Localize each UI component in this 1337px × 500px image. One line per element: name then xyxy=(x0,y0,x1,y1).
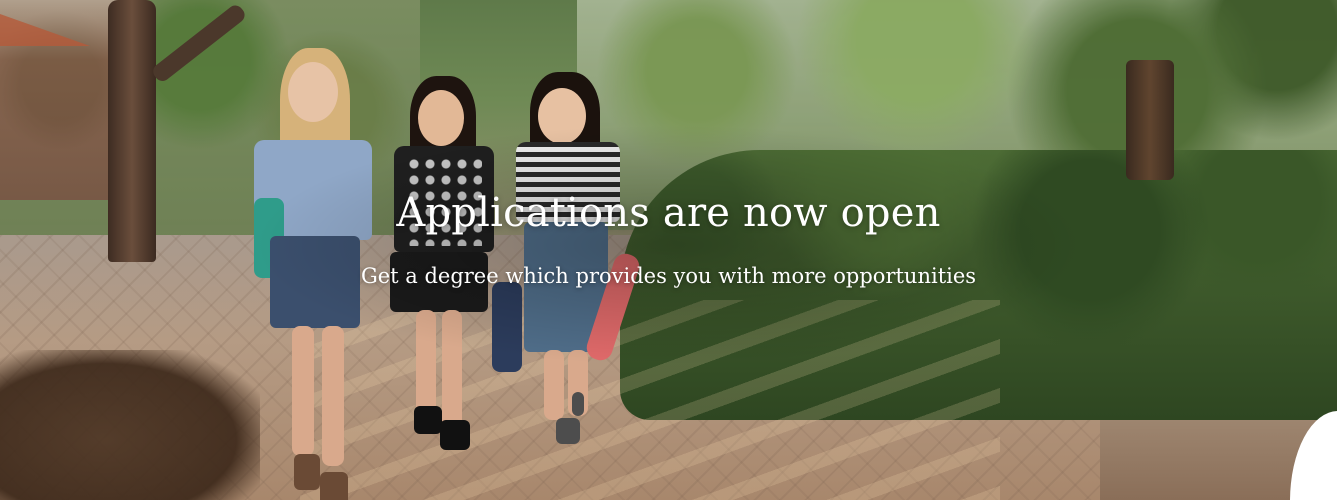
hero-banner: Applications are now open Get a degree w… xyxy=(0,0,1337,500)
hero-title: Applications are now open xyxy=(396,190,941,236)
text-shade-overlay xyxy=(0,0,1337,500)
hero-subtitle: Get a degree which provides you with mor… xyxy=(360,264,977,288)
